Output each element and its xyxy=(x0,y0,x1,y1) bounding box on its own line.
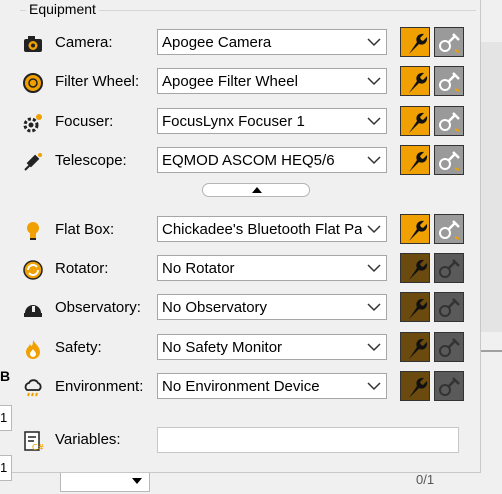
safety-connect-button[interactable] xyxy=(434,332,464,362)
collapse-button[interactable] xyxy=(202,183,310,197)
equipment-row-camera: Camera: Apogee Camera xyxy=(22,27,472,59)
camera-connect-button[interactable] xyxy=(434,27,464,57)
observatory-connect-button[interactable] xyxy=(434,292,464,322)
background-window-bottom: 0/1 xyxy=(0,470,502,494)
chevron-down-icon xyxy=(367,264,381,273)
environment-connect-button[interactable] xyxy=(434,371,464,401)
equipment-row-environment: Environment: No Environment Device xyxy=(22,371,472,403)
observatory-select[interactable]: No Observatory xyxy=(157,294,387,320)
focuser-setup-button[interactable] xyxy=(400,106,430,136)
observatory-setup-button[interactable] xyxy=(400,292,430,322)
rotator-select[interactable]: No Rotator xyxy=(157,255,387,281)
background-window-left: 1 1 B xyxy=(0,0,12,494)
cloud-rain-icon xyxy=(22,377,44,399)
power-plug-icon xyxy=(439,112,460,132)
wrench-icon xyxy=(407,33,428,54)
flat-box-connect-button[interactable] xyxy=(434,214,464,244)
observatory-label: Observatory: xyxy=(55,299,141,316)
rotator-connect-button[interactable] xyxy=(434,253,464,283)
focuser-connect-button[interactable] xyxy=(434,106,464,136)
chevron-down-icon xyxy=(367,225,381,234)
light-bulb-icon xyxy=(22,220,44,242)
rotator-icon xyxy=(22,259,44,281)
caret-up-icon xyxy=(252,187,262,193)
telescope-select[interactable]: EQMOD ASCOM HEQ5/6 xyxy=(157,147,387,173)
camera-label: Camera: xyxy=(55,34,113,51)
wrench-icon xyxy=(407,72,428,93)
safety-select[interactable]: No Safety Monitor xyxy=(157,334,387,360)
safety-label: Safety: xyxy=(55,339,102,356)
environment-setup-button[interactable] xyxy=(400,371,430,401)
equipment-row-filter-wheel: Filter Wheel: Apogee Filter Wheel xyxy=(22,66,472,98)
focuser-gear-icon xyxy=(22,112,44,134)
focuser-select[interactable]: FocusLynx Focuser 1 xyxy=(157,108,387,134)
focuser-label: Focuser: xyxy=(55,113,114,130)
script-icon: C# xyxy=(22,430,45,452)
telescope-connect-button[interactable] xyxy=(434,145,464,175)
equipment-row-flat-box: Flat Box: Chickadee's Bluetooth Flat Pan… xyxy=(22,214,472,246)
environment-select[interactable]: No Environment Device xyxy=(157,373,387,399)
background-page-count: 0/1 xyxy=(416,472,435,487)
chevron-down-icon xyxy=(367,77,381,86)
wrench-icon xyxy=(407,338,428,359)
equipment-row-safety: Safety: No Safety Monitor xyxy=(22,332,472,364)
power-plug-icon xyxy=(439,259,460,278)
equipment-row-rotator: Rotator: No Rotator xyxy=(22,253,472,285)
environment-label: Environment: xyxy=(55,378,144,395)
observatory-dome-icon xyxy=(22,298,44,320)
wrench-icon xyxy=(407,259,428,280)
filter-wheel-icon xyxy=(22,72,44,94)
camera-setup-button[interactable] xyxy=(400,27,430,57)
flat-box-setup-button[interactable] xyxy=(400,214,430,244)
power-plug-icon xyxy=(439,151,460,171)
power-plug-icon xyxy=(439,338,460,357)
equipment-row-observatory: Observatory: No Observatory xyxy=(22,292,472,324)
wrench-icon xyxy=(407,220,428,241)
camera-select[interactable]: Apogee Camera xyxy=(157,29,387,55)
wrench-icon xyxy=(407,298,428,319)
rotator-label: Rotator: xyxy=(55,260,109,277)
power-plug-icon xyxy=(439,33,460,53)
wrench-icon xyxy=(407,377,428,398)
wrench-icon xyxy=(407,112,428,133)
telescope-label: Telescope: xyxy=(55,152,127,169)
flat-box-select[interactable]: Chickadee's Bluetooth Flat Panel xyxy=(157,216,387,242)
equipment-row-focuser: Focuser: FocusLynx Focuser 1 xyxy=(22,106,472,138)
telescope-icon xyxy=(22,151,44,173)
background-window-right xyxy=(480,0,502,494)
equipment-row-telescope: Telescope: EQMOD ASCOM HEQ5/6 xyxy=(22,145,472,177)
chevron-down-icon xyxy=(367,117,381,126)
chevron-down-icon xyxy=(367,382,381,391)
telescope-setup-button[interactable] xyxy=(400,145,430,175)
background-letter: B xyxy=(0,368,11,384)
safety-setup-button[interactable] xyxy=(400,332,430,362)
chevron-down-icon xyxy=(367,343,381,352)
camera-icon xyxy=(22,33,44,55)
filter-wheel-select[interactable]: Apogee Filter Wheel xyxy=(157,68,387,94)
filter-wheel-connect-button[interactable] xyxy=(434,66,464,96)
power-plug-icon xyxy=(439,220,460,240)
rotator-setup-button[interactable] xyxy=(400,253,430,283)
power-plug-icon xyxy=(439,377,460,396)
equipment-group-title: Equipment xyxy=(26,0,99,18)
chevron-down-icon xyxy=(367,156,381,165)
chevron-down-icon xyxy=(367,38,381,47)
filter-wheel-setup-button[interactable] xyxy=(400,66,430,96)
svg-text:C#: C# xyxy=(32,443,44,452)
power-plug-icon xyxy=(439,72,460,92)
variables-label: Variables: xyxy=(55,431,121,448)
background-cell: 1 xyxy=(0,405,12,431)
wrench-icon xyxy=(407,151,428,172)
variables-input[interactable] xyxy=(157,427,459,453)
power-plug-icon xyxy=(439,298,460,317)
chevron-down-icon xyxy=(367,303,381,312)
flat-box-label: Flat Box: xyxy=(55,221,115,238)
flame-icon xyxy=(22,338,44,360)
background-dropdown xyxy=(60,470,150,492)
filter-wheel-label: Filter Wheel: xyxy=(55,73,140,90)
